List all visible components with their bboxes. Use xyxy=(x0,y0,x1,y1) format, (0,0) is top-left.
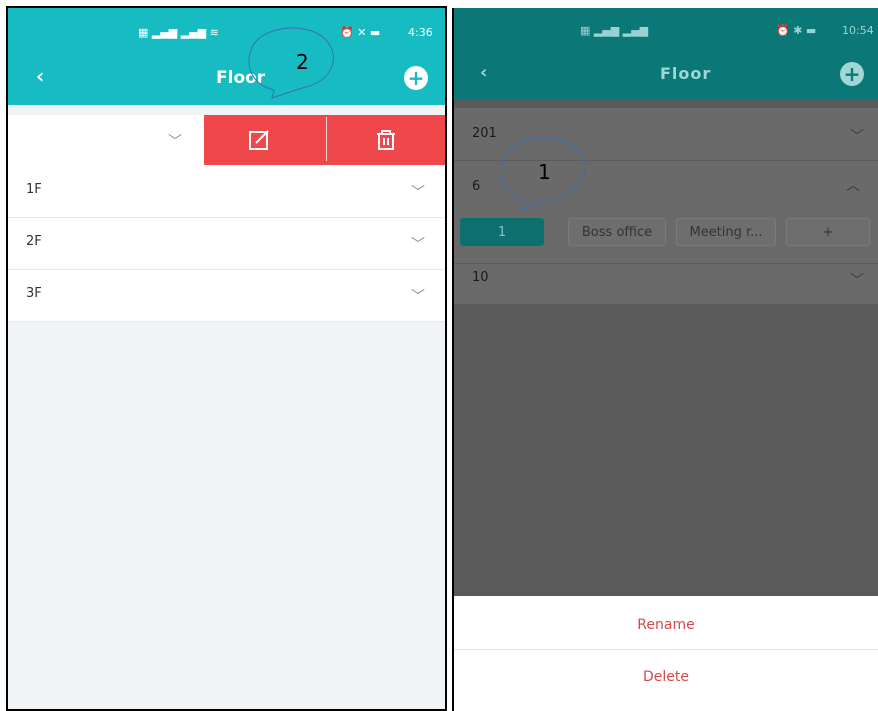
floor-label: 10 xyxy=(472,270,489,285)
edit-icon xyxy=(249,130,269,150)
room-chip[interactable]: 1 xyxy=(460,218,544,246)
callout-bubble xyxy=(248,27,334,99)
add-room-button[interactable]: + xyxy=(786,218,870,246)
plus-circle-icon: + xyxy=(843,62,861,86)
chevron-down-icon: ﹀ xyxy=(411,185,425,201)
floor-row[interactable]: 10 ﹀ xyxy=(454,264,878,305)
add-floor-button[interactable]: + xyxy=(840,62,864,86)
header-bar: ▦ ▂▄▆ ▂▄▆ ⏰ ✱ ▬ 10:54 ‹ Floor + xyxy=(454,8,878,100)
chevron-left-icon: ‹ xyxy=(480,62,488,83)
action-sheet: Rename Delete xyxy=(454,596,878,711)
signal-icons: ▦ ▂▄▆ ▂▄▆ xyxy=(580,24,649,37)
room-chip[interactable]: Meeting r... xyxy=(676,218,776,246)
chevron-left-icon: ‹ xyxy=(36,64,45,88)
floor-label: 2F xyxy=(26,234,42,249)
room-chip[interactable]: Boss office xyxy=(568,218,666,246)
add-floor-button[interactable]: + xyxy=(404,66,428,90)
floor-row[interactable]: 1F ﹀ xyxy=(8,166,445,218)
floor-label: 6 xyxy=(472,179,481,194)
callout-number: 1 xyxy=(538,160,551,184)
signal-icons: ▦ ▂▄▆ ▂▄▆ ≋ xyxy=(138,26,219,39)
status-time: 4:36 xyxy=(408,26,433,39)
edit-button[interactable] xyxy=(246,127,272,153)
floor-label: 201 xyxy=(472,126,497,141)
chevron-up-icon: ︿ xyxy=(846,178,860,194)
floor-row[interactable]: 3F ﹀ xyxy=(8,270,445,322)
delete-button[interactable] xyxy=(373,127,399,153)
header-bar: ▦ ▂▄▆ ▂▄▆ ≋ ⏰ ✕ ▬ 4:36 ‹ Floor + xyxy=(8,8,445,105)
right-phone-screen: ▦ ▂▄▆ ▂▄▆ ⏰ ✱ ▬ 10:54 ‹ Floor + 201 ﹀ 6 … xyxy=(452,8,878,711)
swipe-divider xyxy=(326,117,327,161)
floor-label: 1F xyxy=(26,182,42,197)
rename-option[interactable]: Rename xyxy=(454,600,878,650)
chevron-down-icon: ﹀ xyxy=(850,273,864,289)
back-button[interactable]: ‹ xyxy=(480,62,487,83)
floor-row[interactable]: 2F ﹀ xyxy=(8,218,445,270)
chevron-down-icon: ﹀ xyxy=(168,134,182,150)
status-time: 10:54 xyxy=(842,24,874,37)
back-button[interactable]: ‹ xyxy=(36,64,44,88)
divider xyxy=(454,649,878,650)
chevron-down-icon: ﹀ xyxy=(411,289,425,305)
page-title: Floor xyxy=(660,64,712,83)
delete-option[interactable]: Delete xyxy=(454,652,878,702)
left-phone-screen: ▦ ▂▄▆ ▂▄▆ ≋ ⏰ ✕ ▬ 4:36 ‹ Floor + ﹀ 1F ﹀ … xyxy=(6,6,447,711)
status-icons: ⏰ ✕ ▬ xyxy=(340,26,381,39)
plus-circle-icon: + xyxy=(407,66,425,90)
callout-number: 2 xyxy=(296,50,309,74)
status-icons: ⏰ ✱ ▬ xyxy=(776,24,817,37)
floor-label: 3F xyxy=(26,286,42,301)
chevron-down-icon: ﹀ xyxy=(411,237,425,253)
chevron-down-icon: ﹀ xyxy=(850,129,864,145)
swipe-actions xyxy=(204,115,445,165)
trash-icon xyxy=(377,130,395,150)
